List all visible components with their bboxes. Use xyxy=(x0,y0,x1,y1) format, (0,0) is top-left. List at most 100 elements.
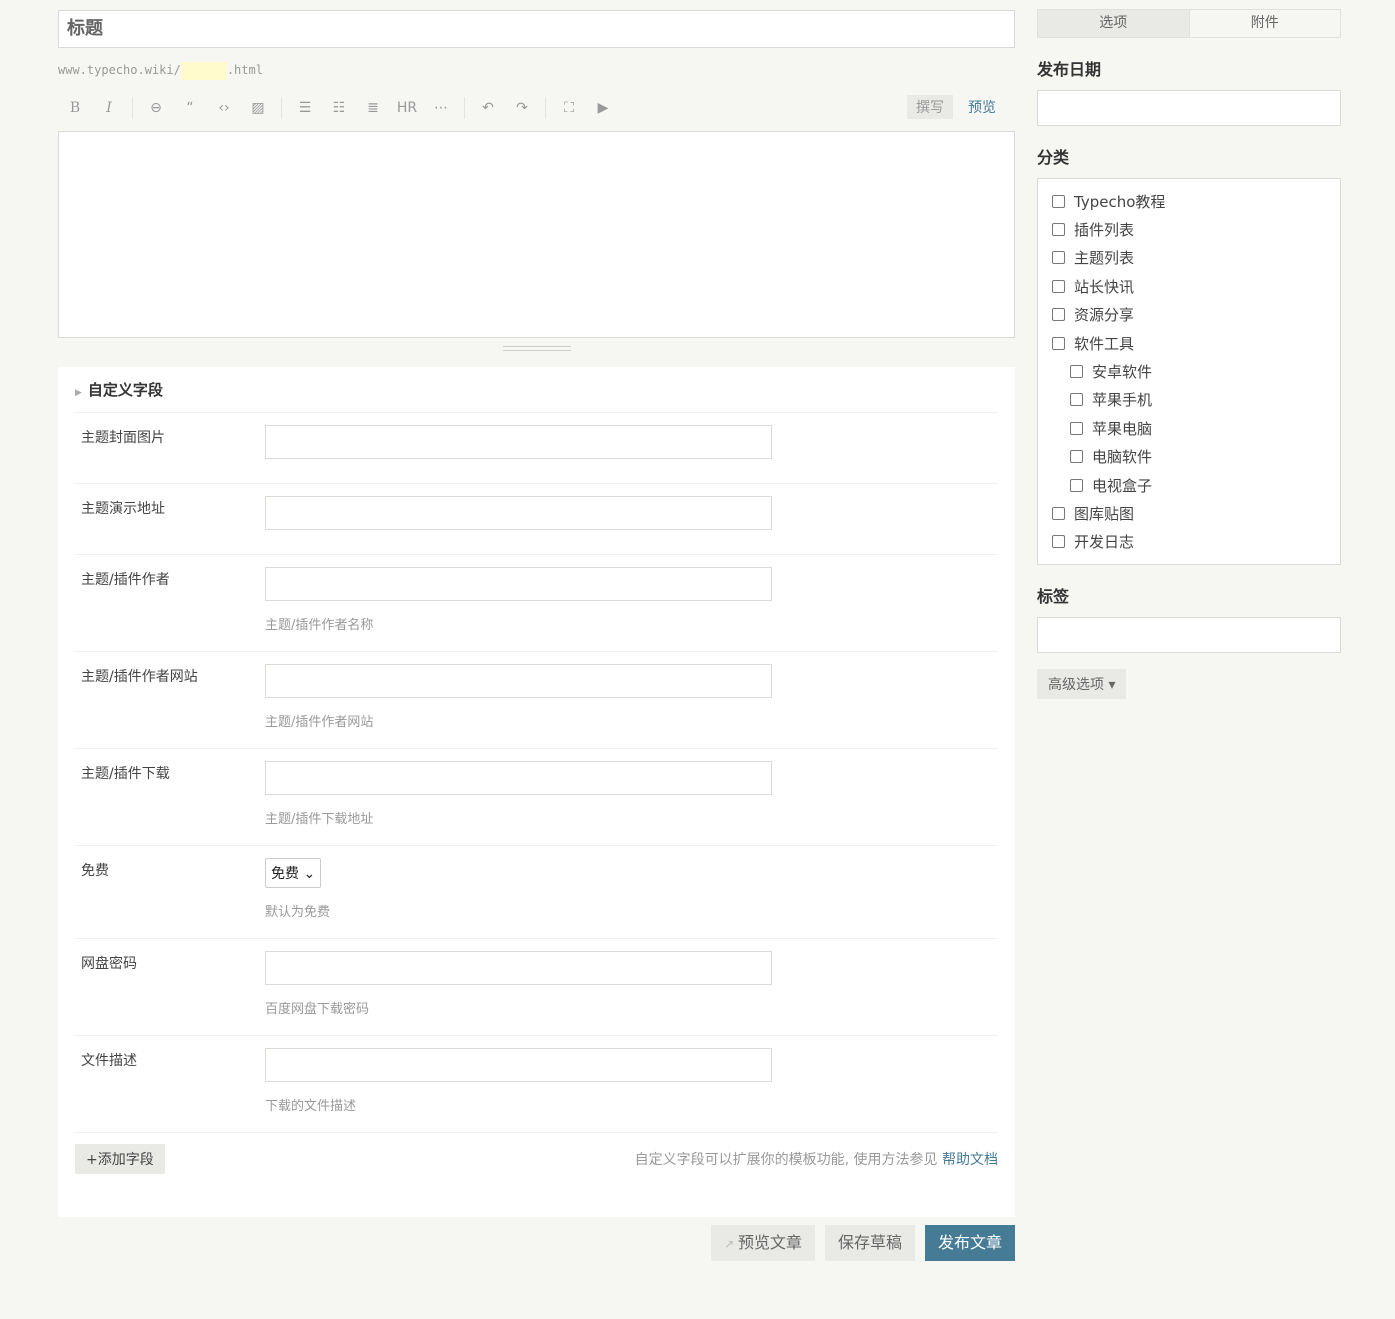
category-checkbox[interactable] xyxy=(1070,478,1083,492)
field-label: 主题/插件作者 xyxy=(81,572,170,588)
date-input[interactable] xyxy=(1037,90,1341,126)
tab-preview[interactable]: 预览 xyxy=(959,95,1005,119)
add-field-button[interactable]: +添加字段 xyxy=(75,1144,165,1174)
help-text: 自定义字段可以扩展你的模板功能, 使用方法参见 帮助文档 xyxy=(634,1152,998,1168)
chevron-down-icon: ⌄ xyxy=(303,866,316,882)
tab-write[interactable]: 撰写 xyxy=(907,95,953,119)
field-label: 免费 xyxy=(81,863,109,879)
content-textarea[interactable] xyxy=(58,131,1015,338)
field-hint: 主题/插件作者名称 xyxy=(265,618,374,633)
sidebar: 选项 附件 发布日期 分类 Typecho教程 插件列表 主题列表 站长快讯 资源分享 软件… xyxy=(1037,9,1341,700)
help-doc-link[interactable]: 帮助文档 xyxy=(942,1152,998,1168)
field-hint: 主题/插件作者网站 xyxy=(265,715,374,730)
category-item[interactable]: 主题列表 xyxy=(1052,244,1326,272)
custom-fields-toggle[interactable]: ▶ 自定义字段 xyxy=(75,367,998,413)
title-input[interactable]: 标题 xyxy=(58,10,1015,48)
unordered-list-icon[interactable]: ☷ xyxy=(322,100,356,116)
tab-attachments[interactable]: 附件 xyxy=(1190,10,1341,37)
toolbar-divider xyxy=(132,97,133,119)
editor-toolbar: 撰写 预览 B I ⊖ “‹› ▨ ☰ ☷ ≣ HR ⋯ ↶ ↷ ⛶ ▶ xyxy=(58,88,1015,128)
category-checkbox[interactable] xyxy=(1052,251,1065,265)
slug-row: www.typecho.wiki/.html xyxy=(58,60,1015,80)
custom-field-input[interactable] xyxy=(265,1048,772,1082)
custom-field-row: 主题演示地址 xyxy=(75,484,998,555)
category-label: 分类 xyxy=(1037,148,1070,167)
caret-right-icon: ▶ xyxy=(75,388,82,398)
custom-fields-panel: ▶ 自定义字段 主题封面图片 主题演示地址 主题/插件作者 主题/插件作者名称 主题/插件… xyxy=(58,367,1015,1217)
custom-field-input[interactable] xyxy=(265,425,772,459)
category-checkbox[interactable] xyxy=(1052,506,1065,520)
toolbar-divider xyxy=(464,97,465,119)
publish-button[interactable]: 发布文章 xyxy=(924,1225,1015,1261)
category-item[interactable]: Typecho教程 xyxy=(1052,187,1326,215)
category-item[interactable]: 软件工具 xyxy=(1052,329,1326,357)
advanced-options-button[interactable]: 高级选项 ▾ xyxy=(1037,669,1127,700)
category-item[interactable]: 资源分享 xyxy=(1052,301,1326,329)
category-item[interactable]: 插件列表 xyxy=(1052,215,1326,243)
category-item[interactable]: 电视盒子 xyxy=(1052,471,1326,499)
resize-handle[interactable] xyxy=(502,346,571,351)
category-list: Typecho教程 插件列表 主题列表 站长快讯 资源分享 软件工具 安卓软件 苹果手机 苹果电… xyxy=(1037,178,1341,566)
custom-field-input[interactable] xyxy=(265,664,772,698)
save-draft-button[interactable]: 保存草稿 xyxy=(824,1225,915,1261)
custom-field-row: 网盘密码 百度网盘下载密码 xyxy=(75,939,998,1036)
category-checkbox[interactable] xyxy=(1052,279,1065,293)
category-checkbox[interactable] xyxy=(1052,308,1065,322)
custom-field-row: 主题/插件作者网站 主题/插件作者网站 xyxy=(75,652,998,749)
category-checkbox[interactable] xyxy=(1070,450,1083,464)
tags-input[interactable] xyxy=(1037,617,1341,654)
custom-field-input[interactable] xyxy=(265,761,772,795)
undo-icon[interactable]: ↶ xyxy=(471,100,505,116)
toolbar-divider xyxy=(545,97,546,119)
custom-field-row: 免费 免费 ⌄ 默认为免费 xyxy=(75,846,998,939)
field-label: 主题/插件作者网站 xyxy=(81,669,198,685)
category-checkbox[interactable] xyxy=(1052,336,1065,350)
quote-icon[interactable]: “ xyxy=(173,100,207,116)
code-icon[interactable]: ‹› xyxy=(207,100,241,116)
category-checkbox[interactable] xyxy=(1052,223,1065,237)
category-item[interactable]: 站长快讯 xyxy=(1052,272,1326,300)
date-label: 发布日期 xyxy=(1037,60,1102,79)
more-icon[interactable]: ⋯ xyxy=(424,100,458,116)
image-icon[interactable]: ▨ xyxy=(241,100,275,116)
preview-post-button[interactable]: ↗ 预览文章 xyxy=(711,1225,815,1261)
heading-icon[interactable]: ≣ xyxy=(356,100,390,116)
media-icon[interactable]: ▶ xyxy=(586,100,620,116)
ordered-list-icon[interactable]: ☰ xyxy=(288,100,322,116)
field-hint: 默认为免费 xyxy=(265,905,331,920)
custom-field-input[interactable] xyxy=(265,567,772,601)
category-item[interactable]: 苹果手机 xyxy=(1052,386,1326,414)
custom-field-row: 主题/插件作者主题/插件作者名称 xyxy=(75,555,998,652)
category-checkbox[interactable] xyxy=(1070,393,1083,407)
category-item[interactable]: 安卓软件 xyxy=(1052,357,1326,385)
italic-icon[interactable]: I xyxy=(92,100,126,116)
custom-field-row: 文件描述下载的文件描述 xyxy=(75,1036,998,1133)
field-label: 文件描述 xyxy=(81,1053,137,1069)
fullscreen-icon[interactable]: ⛶ xyxy=(552,100,586,116)
redo-icon[interactable]: ↷ xyxy=(505,100,539,116)
hr-icon[interactable]: HR xyxy=(390,100,424,116)
tab-options[interactable]: 选项 xyxy=(1038,10,1190,37)
category-item[interactable]: 电脑软件 xyxy=(1052,443,1326,471)
custom-field-row: 主题封面图片 xyxy=(75,413,998,484)
field-hint: 主题/插件下载地址 xyxy=(265,812,374,827)
bold-icon[interactable]: B xyxy=(58,100,92,116)
field-hint: 下载的文件描述 xyxy=(265,1099,357,1114)
category-checkbox[interactable] xyxy=(1070,421,1083,435)
field-label: 主题/插件下载 xyxy=(81,766,170,782)
category-checkbox[interactable] xyxy=(1052,535,1065,549)
toolbar-divider xyxy=(281,97,282,119)
custom-field-row: 主题/插件下载主题/插件下载地址 xyxy=(75,749,998,846)
category-item[interactable]: 苹果电脑 xyxy=(1052,414,1326,442)
field-label: 主题封面图片 xyxy=(81,430,165,446)
editor-main: 标题 www.typecho.wiki/.html 撰写 预览 B I ⊖ “‹› ▨ ☰ ☷… xyxy=(58,10,1015,1217)
category-item[interactable]: 图库贴图 xyxy=(1052,499,1326,527)
category-checkbox[interactable] xyxy=(1070,365,1083,379)
custom-field-input[interactable] xyxy=(265,496,772,530)
free-select[interactable]: 免费 ⌄ xyxy=(265,858,322,888)
category-checkbox[interactable] xyxy=(1052,194,1065,208)
category-item[interactable]: 开发日志 xyxy=(1052,528,1326,556)
slug-input[interactable] xyxy=(180,61,227,80)
custom-field-input[interactable] xyxy=(265,951,772,985)
link-icon[interactable]: ⊖ xyxy=(139,100,173,116)
